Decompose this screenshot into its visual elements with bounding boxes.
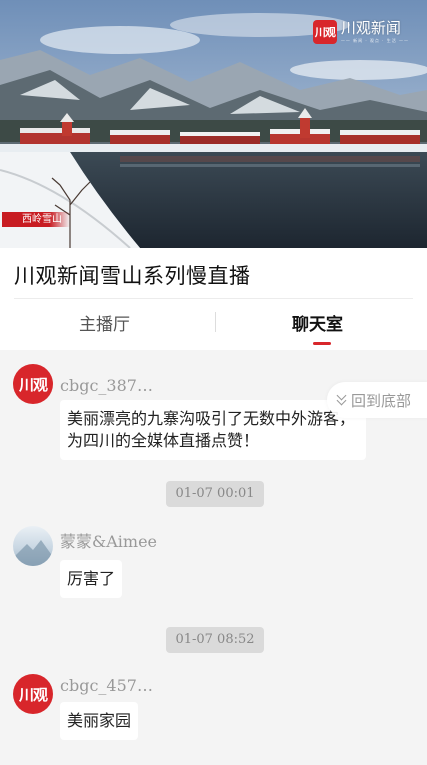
message-text-line: 美丽漂亮的九寨沟吸引了无数中外游客， xyxy=(67,409,356,428)
brand-watermark: 川观 川观新闻 —— 新闻 · 观点 · 生活 —— xyxy=(312,18,409,44)
username: 蒙蒙&Aimee xyxy=(60,532,158,551)
tab-chat-room[interactable]: 聊天室 xyxy=(292,310,343,335)
message-text-line: 美丽家园 xyxy=(67,711,132,730)
message-text-line: 厉害了 xyxy=(67,569,116,588)
stream-header: 川观新闻雪山系列慢直播 主播厅 聊天室 xyxy=(0,248,427,350)
message-bubble: 美丽家园 xyxy=(60,702,139,740)
message-bubble: 厉害了 xyxy=(60,560,123,598)
chat-room[interactable]: 川观 cbgc_387… 美丽漂亮的九寨沟吸引了无数中外游客， 为四川的全媒体直… xyxy=(0,350,427,765)
avatar[interactable]: 川观 xyxy=(13,364,53,404)
timestamp: 01-07 08:52 xyxy=(166,627,264,653)
timestamp: 01-07 00:01 xyxy=(166,481,264,507)
brand-name: 川观新闻 xyxy=(340,18,401,37)
live-video-player[interactable]: 川观 川观新闻 —— 新闻 · 观点 · 生活 —— 西岭雪山 xyxy=(0,0,427,248)
double-chevron-down-icon xyxy=(337,395,347,405)
brand-slogan: —— 新闻 · 观点 · 生活 —— xyxy=(340,37,409,43)
page-title: 川观新闻雪山系列慢直播 xyxy=(14,264,251,288)
avatar-mountain-icon xyxy=(15,540,51,566)
message-text-line: 为四川的全媒体直播点赞！ xyxy=(67,431,260,450)
username: cbgc_457… xyxy=(60,676,153,695)
message-bubble: 美丽漂亮的九寨沟吸引了无数中外游客， 为四川的全媒体直播点赞！ xyxy=(60,400,366,460)
brand-logo-icon: 川观 xyxy=(312,20,337,44)
location-caption: 西岭雪山 xyxy=(2,212,70,227)
username: cbgc_387… xyxy=(60,376,153,395)
avatar[interactable]: 川观 xyxy=(13,674,53,714)
tab-separator xyxy=(215,312,216,332)
avatar[interactable] xyxy=(13,526,53,566)
back-to-bottom-button[interactable]: 回到底部 xyxy=(327,382,427,418)
tab-anchor-room[interactable]: 主播厅 xyxy=(79,310,130,335)
divider xyxy=(14,298,413,299)
active-tab-indicator xyxy=(313,342,331,345)
back-to-bottom-label: 回到底部 xyxy=(351,391,412,410)
